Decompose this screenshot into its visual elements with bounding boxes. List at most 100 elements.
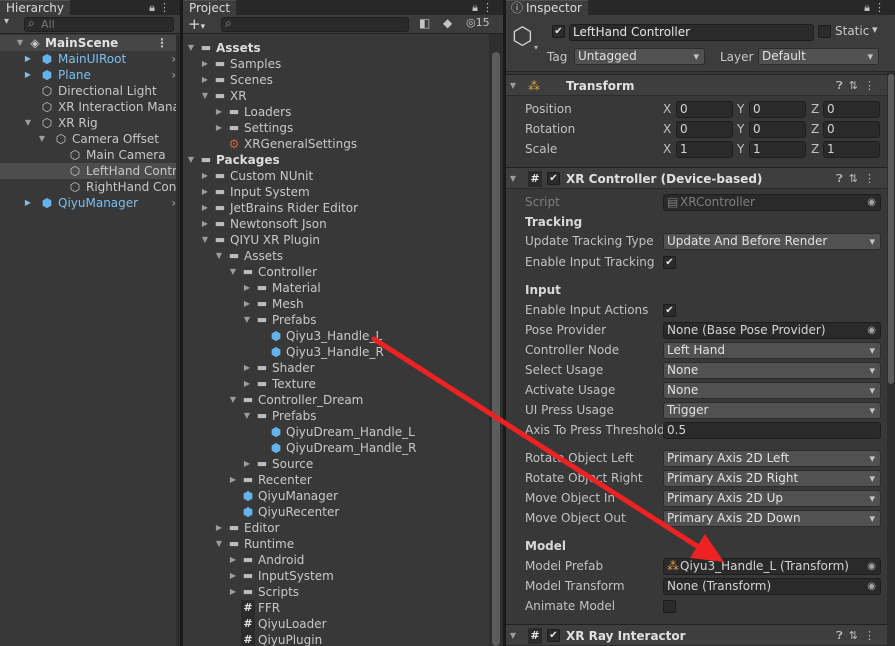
presets-icon[interactable]: ⇅ [849, 79, 864, 92]
scale-z-field[interactable]: 1 [823, 141, 880, 158]
rotate-left-value-field[interactable]: Primary Axis 2D Left [663, 450, 881, 467]
move-out-value-field[interactable]: Primary Axis 2D Down [663, 510, 881, 527]
hierarchy-item[interactable]: ⬡ RightHand Controller [0, 179, 180, 195]
project-item[interactable]: ▼ ▬ Assets [183, 248, 489, 264]
project-item[interactable]: ▶ ▬ Android [183, 552, 489, 568]
fold-open-icon[interactable]: ▼ [243, 408, 251, 424]
position-z-field[interactable]: 0 [823, 101, 880, 118]
hierarchy-item[interactable]: ▶ ⬢ QiyuManager › [0, 195, 180, 211]
hierarchy-item[interactable]: ⬡ XR Interaction Manager [0, 99, 180, 115]
inspector-scrollbar-thumb[interactable] [888, 74, 894, 384]
fold-closed-icon[interactable]: ▶ [243, 456, 251, 472]
project-item[interactable]: ▶ ▬ Scenes [183, 72, 489, 88]
enable-tracking-checkbox[interactable]: ✔ [663, 256, 676, 269]
project-item[interactable]: ⬢ QiyuDream_Handle_L [183, 424, 489, 440]
fold-open-icon[interactable]: ▼ [229, 264, 237, 280]
icon-dropdown-icon[interactable]: ▾ [534, 43, 538, 52]
move-in-value-field[interactable]: Primary Axis 2D Up [663, 490, 881, 507]
animate-model-checkbox[interactable] [663, 600, 676, 613]
lock-icon[interactable]: 🔒︎ [472, 1, 482, 14]
project-item[interactable]: ⬢ Qiyu3_Handle_R [183, 344, 489, 360]
rotation-x-field[interactable]: 0 [676, 121, 733, 138]
fold-closed-icon[interactable]: ▶ [201, 184, 209, 200]
active-checkbox[interactable]: ✔ [552, 25, 565, 38]
component-tools[interactable]: ❓︎⇅⋮ [836, 628, 881, 644]
fold-open-icon[interactable]: ▼ [187, 152, 195, 168]
fold-closed-icon[interactable]: ▶ [243, 360, 251, 376]
project-item[interactable]: ▶ ▬ Editor [183, 520, 489, 536]
project-item[interactable]: ▶ ▬ Shader [183, 360, 489, 376]
lock-icon[interactable]: 🔒︎ [149, 1, 159, 14]
hierarchy-scrollbar[interactable] [176, 35, 180, 646]
inspector-tab-icons[interactable]: 🔒︎⋮ [864, 0, 889, 15]
project-item[interactable]: ▶ ▬ Settings [183, 120, 489, 136]
project-search-input[interactable] [221, 17, 409, 32]
search-by-type-icon[interactable]: ◧ [419, 16, 430, 30]
hierarchy-tab[interactable]: Hierarchy [0, 0, 71, 15]
axis-z-label[interactable]: Z [811, 101, 819, 117]
project-item[interactable]: ▶ ▬ Texture [183, 376, 489, 392]
fold-closed-icon[interactable]: ▶ [229, 552, 237, 568]
project-item[interactable]: ▶ ▬ Scripts [183, 584, 489, 600]
project-item[interactable]: ▼ ▬ Controller_Dream [183, 392, 489, 408]
project-item[interactable]: ▼ ▬ QIYU XR Plugin [183, 232, 489, 248]
axis-z-label[interactable]: Z [811, 121, 819, 137]
axis-threshold-value-field[interactable]: 0.5 [663, 422, 881, 439]
project-item[interactable]: ⬢ QiyuDream_Handle_R [183, 440, 489, 456]
project-item[interactable]: ▼ ▬ Prefabs [183, 408, 489, 424]
scene-row[interactable]: ▼ ◈ MainScene ⋮ [0, 35, 180, 51]
project-item[interactable]: ▶ ▬ Custom NUnit [183, 168, 489, 184]
fold-open-icon[interactable]: ▼ [187, 40, 195, 56]
component-tools[interactable]: ❓︎⇅⋮ [836, 171, 881, 187]
fold-open-icon[interactable]: ▼ [16, 35, 24, 51]
hierarchy-tab-icons[interactable]: 🔒︎⋮ [149, 0, 174, 15]
create-button[interactable]: +▾ [188, 15, 205, 36]
axis-x-label[interactable]: X [663, 121, 671, 137]
project-item[interactable]: ▼ ▬ Packages [183, 152, 489, 168]
fold-closed-icon[interactable]: ▶ [201, 200, 209, 216]
hierarchy-item[interactable]: ▼ ⬡ Camera Offset [0, 131, 180, 147]
axis-x-label[interactable]: X [663, 141, 671, 157]
component-tools[interactable]: ❓︎⇅⋮ [836, 78, 881, 94]
hierarchy-item[interactable]: ▶ ⬢ MainUIRoot › [0, 51, 180, 67]
project-item[interactable]: ▶ ▬ Newtonsoft Json [183, 216, 489, 232]
layer-dropdown[interactable]: Default [758, 48, 879, 65]
fold-open-icon[interactable]: ▼ [201, 232, 209, 248]
help-icon[interactable]: ❓︎ [836, 629, 849, 642]
project-item[interactable]: # QiyuPlugin [183, 632, 489, 646]
project-item[interactable]: ⬢ QiyuManager [183, 488, 489, 504]
fold-open-icon[interactable]: ▼ [24, 115, 32, 131]
project-item[interactable]: ▼ ▬ Prefabs [183, 312, 489, 328]
fold-closed-icon[interactable]: ▶ [201, 168, 209, 184]
help-icon[interactable]: ❓︎ [836, 79, 849, 92]
project-item[interactable]: ▶ ▬ Samples [183, 56, 489, 72]
project-item[interactable]: ⬢ Qiyu3_Handle_L [183, 328, 489, 344]
inspector-scrollbar[interactable] [887, 72, 895, 646]
project-scrollbar[interactable] [489, 34, 503, 646]
fold-closed-icon[interactable]: ▶ [229, 584, 237, 600]
hierarchy-item[interactable]: ▼ ⬡ XR Rig [0, 115, 180, 131]
inspector-tab[interactable]: ⓘ Inspector [506, 0, 588, 15]
model-transform-value-field[interactable]: None (Transform) [663, 578, 881, 595]
presets-icon[interactable]: ⇅ [849, 629, 864, 642]
hierarchy-search-input[interactable]: All [24, 17, 174, 32]
hierarchy-item[interactable]: ▶ ⬢ Plane › [0, 67, 180, 83]
fold-closed-icon[interactable]: ▶ [243, 296, 251, 312]
fold-open-icon[interactable]: ▼ [201, 88, 209, 104]
fold-closed-icon[interactable]: ▶ [215, 104, 223, 120]
fold-open-icon[interactable]: ▼ [38, 131, 46, 147]
hierarchy-item[interactable]: ⬡ Main Camera [0, 147, 180, 163]
fold-closed-icon[interactable]: ▶ [243, 280, 251, 296]
position-x-field[interactable]: 0 [676, 101, 733, 118]
axis-y-label[interactable]: Y [737, 121, 744, 137]
object-name-field[interactable]: LeftHand Controller [569, 24, 814, 41]
project-item[interactable]: ▶ ▬ InputSystem [183, 568, 489, 584]
kebab-menu-icon[interactable]: ⋮ [482, 1, 497, 14]
kebab-menu-icon[interactable]: ⋮ [864, 172, 881, 185]
position-y-field[interactable]: 0 [749, 101, 806, 118]
xr-ray-interactor-header[interactable]: ▼ # ✔ XR Ray Interactor ❓︎⇅⋮ [506, 624, 887, 646]
fold-open-icon[interactable]: ▼ [509, 78, 517, 94]
ui-press-value-field[interactable]: Trigger [663, 402, 881, 419]
fold-closed-icon[interactable]: ▶ [215, 120, 223, 136]
xr-controller-header[interactable]: ▼ # ✔ XR Controller (Device-based) ❓︎⇅⋮ [506, 167, 887, 189]
